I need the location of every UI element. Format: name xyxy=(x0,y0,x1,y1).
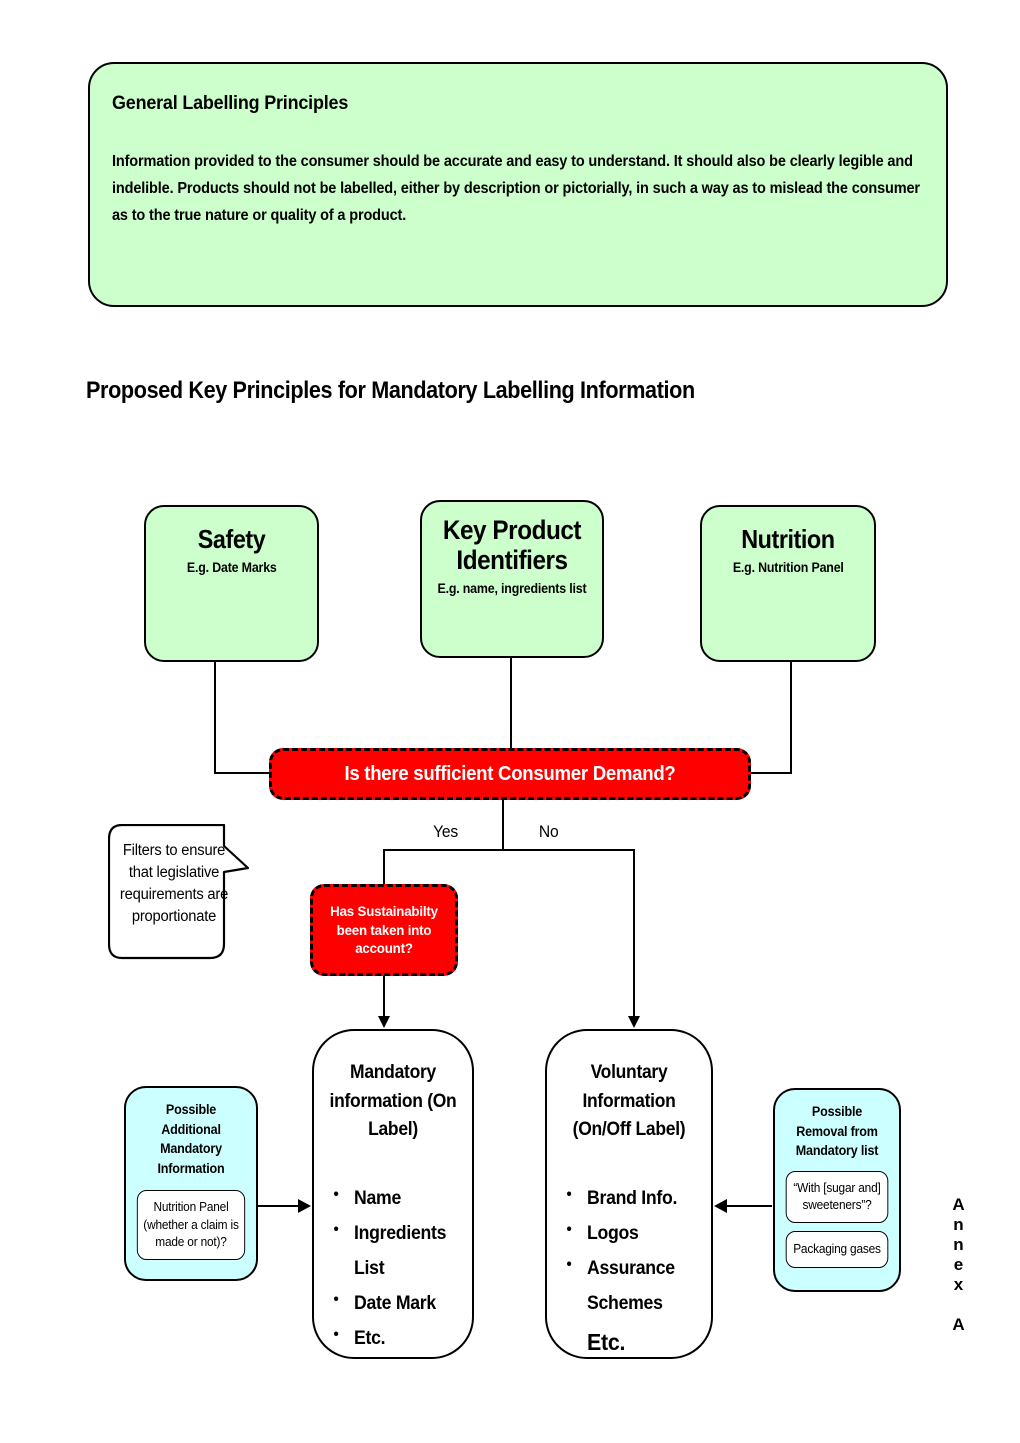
connector-sustainability-arrowhead xyxy=(378,1016,390,1028)
list-item: Brand Info. xyxy=(567,1179,693,1216)
principles-title: General Labelling Principles xyxy=(112,92,349,114)
connector-removal-arrowhead xyxy=(714,1199,727,1213)
branch-stem-vertical xyxy=(502,800,504,850)
principle-title-safety: Safety xyxy=(197,524,266,554)
general-labelling-principles-box: General Labelling Principles Information… xyxy=(88,62,948,307)
connector-safety-horizontal xyxy=(214,772,272,774)
decision-consumer-demand-label: Is there sufficient Consumer Demand? xyxy=(344,762,676,785)
list-item: Assurance xyxy=(567,1250,693,1286)
principle-box-safety: Safety E.g. Date Marks xyxy=(144,505,319,662)
side-box-title-removal: Possible Removal from Mandatory list xyxy=(795,1104,879,1159)
side-box-possible-additional-mandatory: Possible Additional Mandatory Informatio… xyxy=(124,1086,258,1281)
side-box-item-nutrition-panel: Nutrition Panel (whether a claim is made… xyxy=(136,1190,246,1260)
connector-safety-vertical xyxy=(214,662,216,774)
side-box-title-additional: Possible Additional Mandatory Informatio… xyxy=(157,1102,225,1176)
side-box-item-packaging-gases: Packaging gases xyxy=(785,1231,889,1269)
connector-additional-to-mandatory xyxy=(258,1205,300,1207)
filters-callout: Filters to ensure that legislative requi… xyxy=(108,824,250,960)
branch-label-yes: Yes xyxy=(433,822,459,841)
section-heading: Proposed Key Principles for Mandatory La… xyxy=(86,377,695,404)
principle-subtitle-safety: E.g. Date Marks xyxy=(186,559,277,575)
list-item: Logos xyxy=(567,1215,693,1251)
outcome-box-mandatory: Mandatory information (On Label) Name In… xyxy=(312,1029,474,1359)
list-item: Date Mark xyxy=(334,1285,454,1321)
list-item: Ingredients List xyxy=(334,1215,454,1286)
connector-sustainability-vertical xyxy=(383,976,385,1018)
side-box-possible-removal-from-mandatory: Possible Removal from Mandatory list “Wi… xyxy=(773,1088,901,1292)
principle-title-key-product-identifiers: Key Product Identifiers xyxy=(442,515,582,575)
diagram-page: General Labelling Principles Information… xyxy=(0,0,1020,1443)
outcome-list-mandatory: Name Ingredients List Date Mark Etc. xyxy=(324,1179,462,1357)
connector-additional-arrowhead xyxy=(298,1199,311,1213)
branch-no-vertical xyxy=(633,849,635,1019)
outcome-title-voluntary: Voluntary Information (On/Off Label) xyxy=(572,1062,686,1140)
principle-box-nutrition: Nutrition E.g. Nutrition Panel xyxy=(700,505,876,662)
connector-kpi-vertical xyxy=(510,658,512,750)
decision-consumer-demand: Is there sufficient Consumer Demand? xyxy=(269,748,751,800)
principles-body-text: Information provided to the consumer sho… xyxy=(112,153,920,224)
principle-box-key-product-identifiers: Key Product Identifiers E.g. name, ingre… xyxy=(420,500,604,658)
connector-removal-to-voluntary xyxy=(726,1205,772,1207)
annex-label: Annex A xyxy=(949,1195,968,1335)
decision-sustainability: Has Sustainabilty been taken into accoun… xyxy=(310,884,458,976)
branch-no-arrowhead xyxy=(628,1016,640,1028)
principle-title-nutrition: Nutrition xyxy=(741,524,835,554)
outcome-list-voluntary: Brand Info. Logos Assurance Schemes Etc. xyxy=(557,1179,701,1364)
connector-nutrition-vertical xyxy=(790,662,792,774)
branch-split-horizontal xyxy=(383,849,634,851)
list-item-continuation: Schemes Etc. xyxy=(587,1286,693,1364)
branch-yes-vertical xyxy=(383,849,385,886)
outcome-title-mandatory: Mandatory information (On Label) xyxy=(329,1062,457,1140)
list-item: Name xyxy=(334,1179,454,1216)
side-box-item-sweeteners: “With [sugar and] sweeteners”? xyxy=(785,1170,889,1224)
principle-subtitle-key-product-identifiers: E.g. name, ingredients list xyxy=(437,581,587,597)
list-item: Etc. xyxy=(334,1320,454,1356)
principle-subtitle-nutrition: E.g. Nutrition Panel xyxy=(732,559,844,575)
branch-label-no: No xyxy=(538,822,559,841)
connector-nutrition-horizontal xyxy=(748,772,792,774)
filters-callout-text: Filters to ensure that legislative requi… xyxy=(119,842,229,925)
outcome-box-voluntary: Voluntary Information (On/Off Label) Bra… xyxy=(545,1029,713,1359)
decision-sustainability-label: Has Sustainabilty been taken into accoun… xyxy=(330,902,438,957)
list-item-continuation-suffix: Etc. xyxy=(587,1329,626,1356)
list-item-continuation-text: Schemes xyxy=(587,1292,663,1314)
